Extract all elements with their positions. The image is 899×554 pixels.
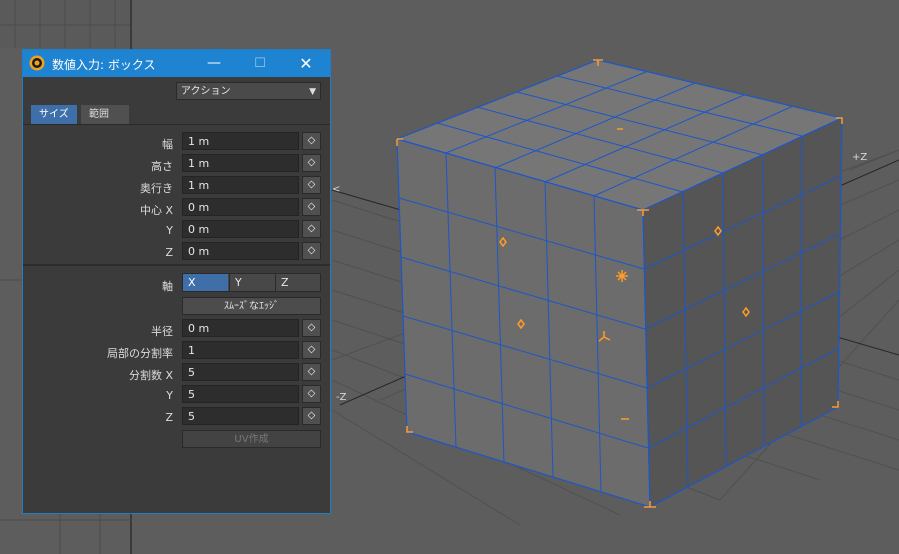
chevron-down-icon: ▼ [309, 87, 316, 97]
center-y-stepper[interactable]: ◇ [302, 220, 321, 238]
maximize-button[interactable]: ☐ [238, 50, 282, 77]
tab-size[interactable]: サイズ [31, 105, 77, 124]
axis-label: 軸 [162, 280, 173, 293]
height-stepper[interactable]: ◇ [302, 154, 321, 172]
axis-plus-z-label: +Z [852, 152, 867, 163]
segments-z-label: Z [165, 411, 173, 424]
center-z-stepper[interactable]: ◇ [302, 242, 321, 260]
segments-z-stepper[interactable]: ◇ [302, 407, 321, 425]
center-z-label: Z [165, 246, 173, 259]
smooth-edge-button[interactable]: ｽﾑｰｽﾞなｴｯｼﾞ [182, 297, 321, 315]
section-separator [23, 264, 330, 266]
depth-input[interactable]: 1 m [182, 176, 299, 194]
center-y-input[interactable]: 0 m [182, 220, 299, 238]
axis-x-marker: < [332, 184, 340, 195]
window-title: 数値入力: ボックス [52, 58, 156, 72]
tab-range[interactable]: 範囲 [81, 105, 129, 124]
height-input[interactable]: 1 m [182, 154, 299, 172]
action-dropdown-label: アクション [181, 86, 231, 97]
segments-y-label: Y [166, 389, 173, 402]
axis-selector[interactable]: X Y Z [182, 273, 321, 292]
center-y-label: Y [166, 224, 173, 237]
numeric-input-panel[interactable]: 数値入力: ボックス — ☐ ✕ アクション ▼ サイズ 範囲 幅 1 m ◇ … [22, 49, 331, 514]
segments-x-input[interactable]: 5 [182, 363, 299, 381]
axis-x-button[interactable]: X [183, 274, 228, 291]
app-logo-icon [29, 55, 45, 71]
minimize-button[interactable]: — [192, 50, 236, 77]
center-x-stepper[interactable]: ◇ [302, 198, 321, 216]
segments-y-stepper[interactable]: ◇ [302, 385, 321, 403]
radius-stepper[interactable]: ◇ [302, 319, 321, 337]
center-z-input[interactable]: 0 m [182, 242, 299, 260]
segments-z-input[interactable]: 5 [182, 407, 299, 425]
title-bar[interactable]: 数値入力: ボックス — ☐ ✕ [23, 50, 330, 77]
width-input[interactable]: 1 m [182, 132, 299, 150]
segments-x-stepper[interactable]: ◇ [302, 363, 321, 381]
radius-input[interactable]: 0 m [182, 319, 299, 337]
width-stepper[interactable]: ◇ [302, 132, 321, 150]
local-division-stepper[interactable]: ◇ [302, 341, 321, 359]
radius-label: 半径 [151, 325, 173, 338]
width-label: 幅 [162, 138, 173, 151]
close-button[interactable]: ✕ [284, 50, 328, 77]
tab-divider [23, 124, 330, 125]
depth-label: 奥行き [140, 182, 173, 195]
axis-z-button[interactable]: Z [275, 274, 320, 291]
segments-x-label: 分割数 X [128, 369, 173, 382]
segments-y-input[interactable]: 5 [182, 385, 299, 403]
action-dropdown[interactable]: アクション ▼ [176, 82, 321, 100]
local-division-input[interactable]: 1 [182, 341, 299, 359]
local-division-label: 局部の分割率 [107, 347, 173, 360]
axis-y-button[interactable]: Y [229, 274, 274, 291]
height-label: 高さ [151, 160, 173, 173]
axis-minus-z-label: -Z [336, 392, 347, 403]
center-x-label: 中心 X [139, 204, 173, 217]
uv-create-button[interactable]: UV作成 [182, 430, 321, 448]
depth-stepper[interactable]: ◇ [302, 176, 321, 194]
center-x-input[interactable]: 0 m [182, 198, 299, 216]
